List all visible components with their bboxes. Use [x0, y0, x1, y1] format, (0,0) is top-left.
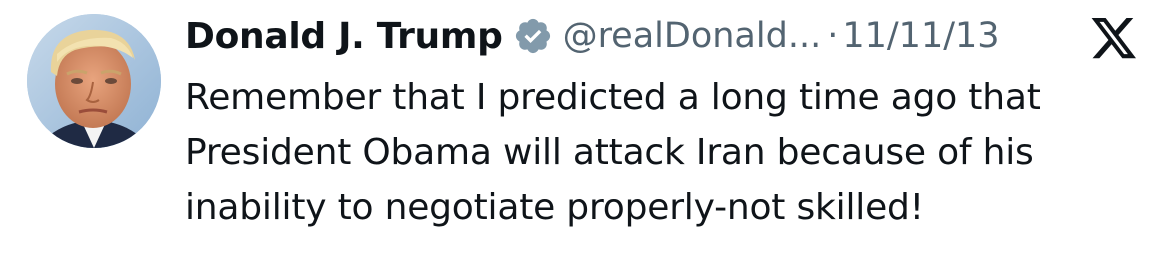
avatar-photo-icon [27, 14, 161, 148]
tweet-text-line: Remember that I predicted a long time ag… [185, 77, 1041, 118]
separator-dot: · [827, 16, 839, 56]
verified-badge-icon [513, 16, 553, 56]
author-handle[interactable]: @realDonald... [563, 16, 822, 56]
author-name[interactable]: Donald J. Trump [185, 16, 503, 57]
tweet-date[interactable]: 11/11/13 [842, 16, 999, 56]
tweet-text: Remember that I predicted a long time ag… [185, 70, 1160, 235]
tweet-card: Donald J. Trump @realDonald... · 11/11/1… [0, 0, 1170, 260]
avatar[interactable] [27, 14, 161, 148]
x-logo-icon[interactable] [1090, 16, 1138, 62]
tweet-text-line: inability to negotiate properly-not skil… [185, 187, 924, 228]
tweet-text-line: President Obama will attack Iran because… [185, 132, 1034, 173]
tweet-header: Donald J. Trump @realDonald... · 11/11/1… [185, 11, 1155, 61]
